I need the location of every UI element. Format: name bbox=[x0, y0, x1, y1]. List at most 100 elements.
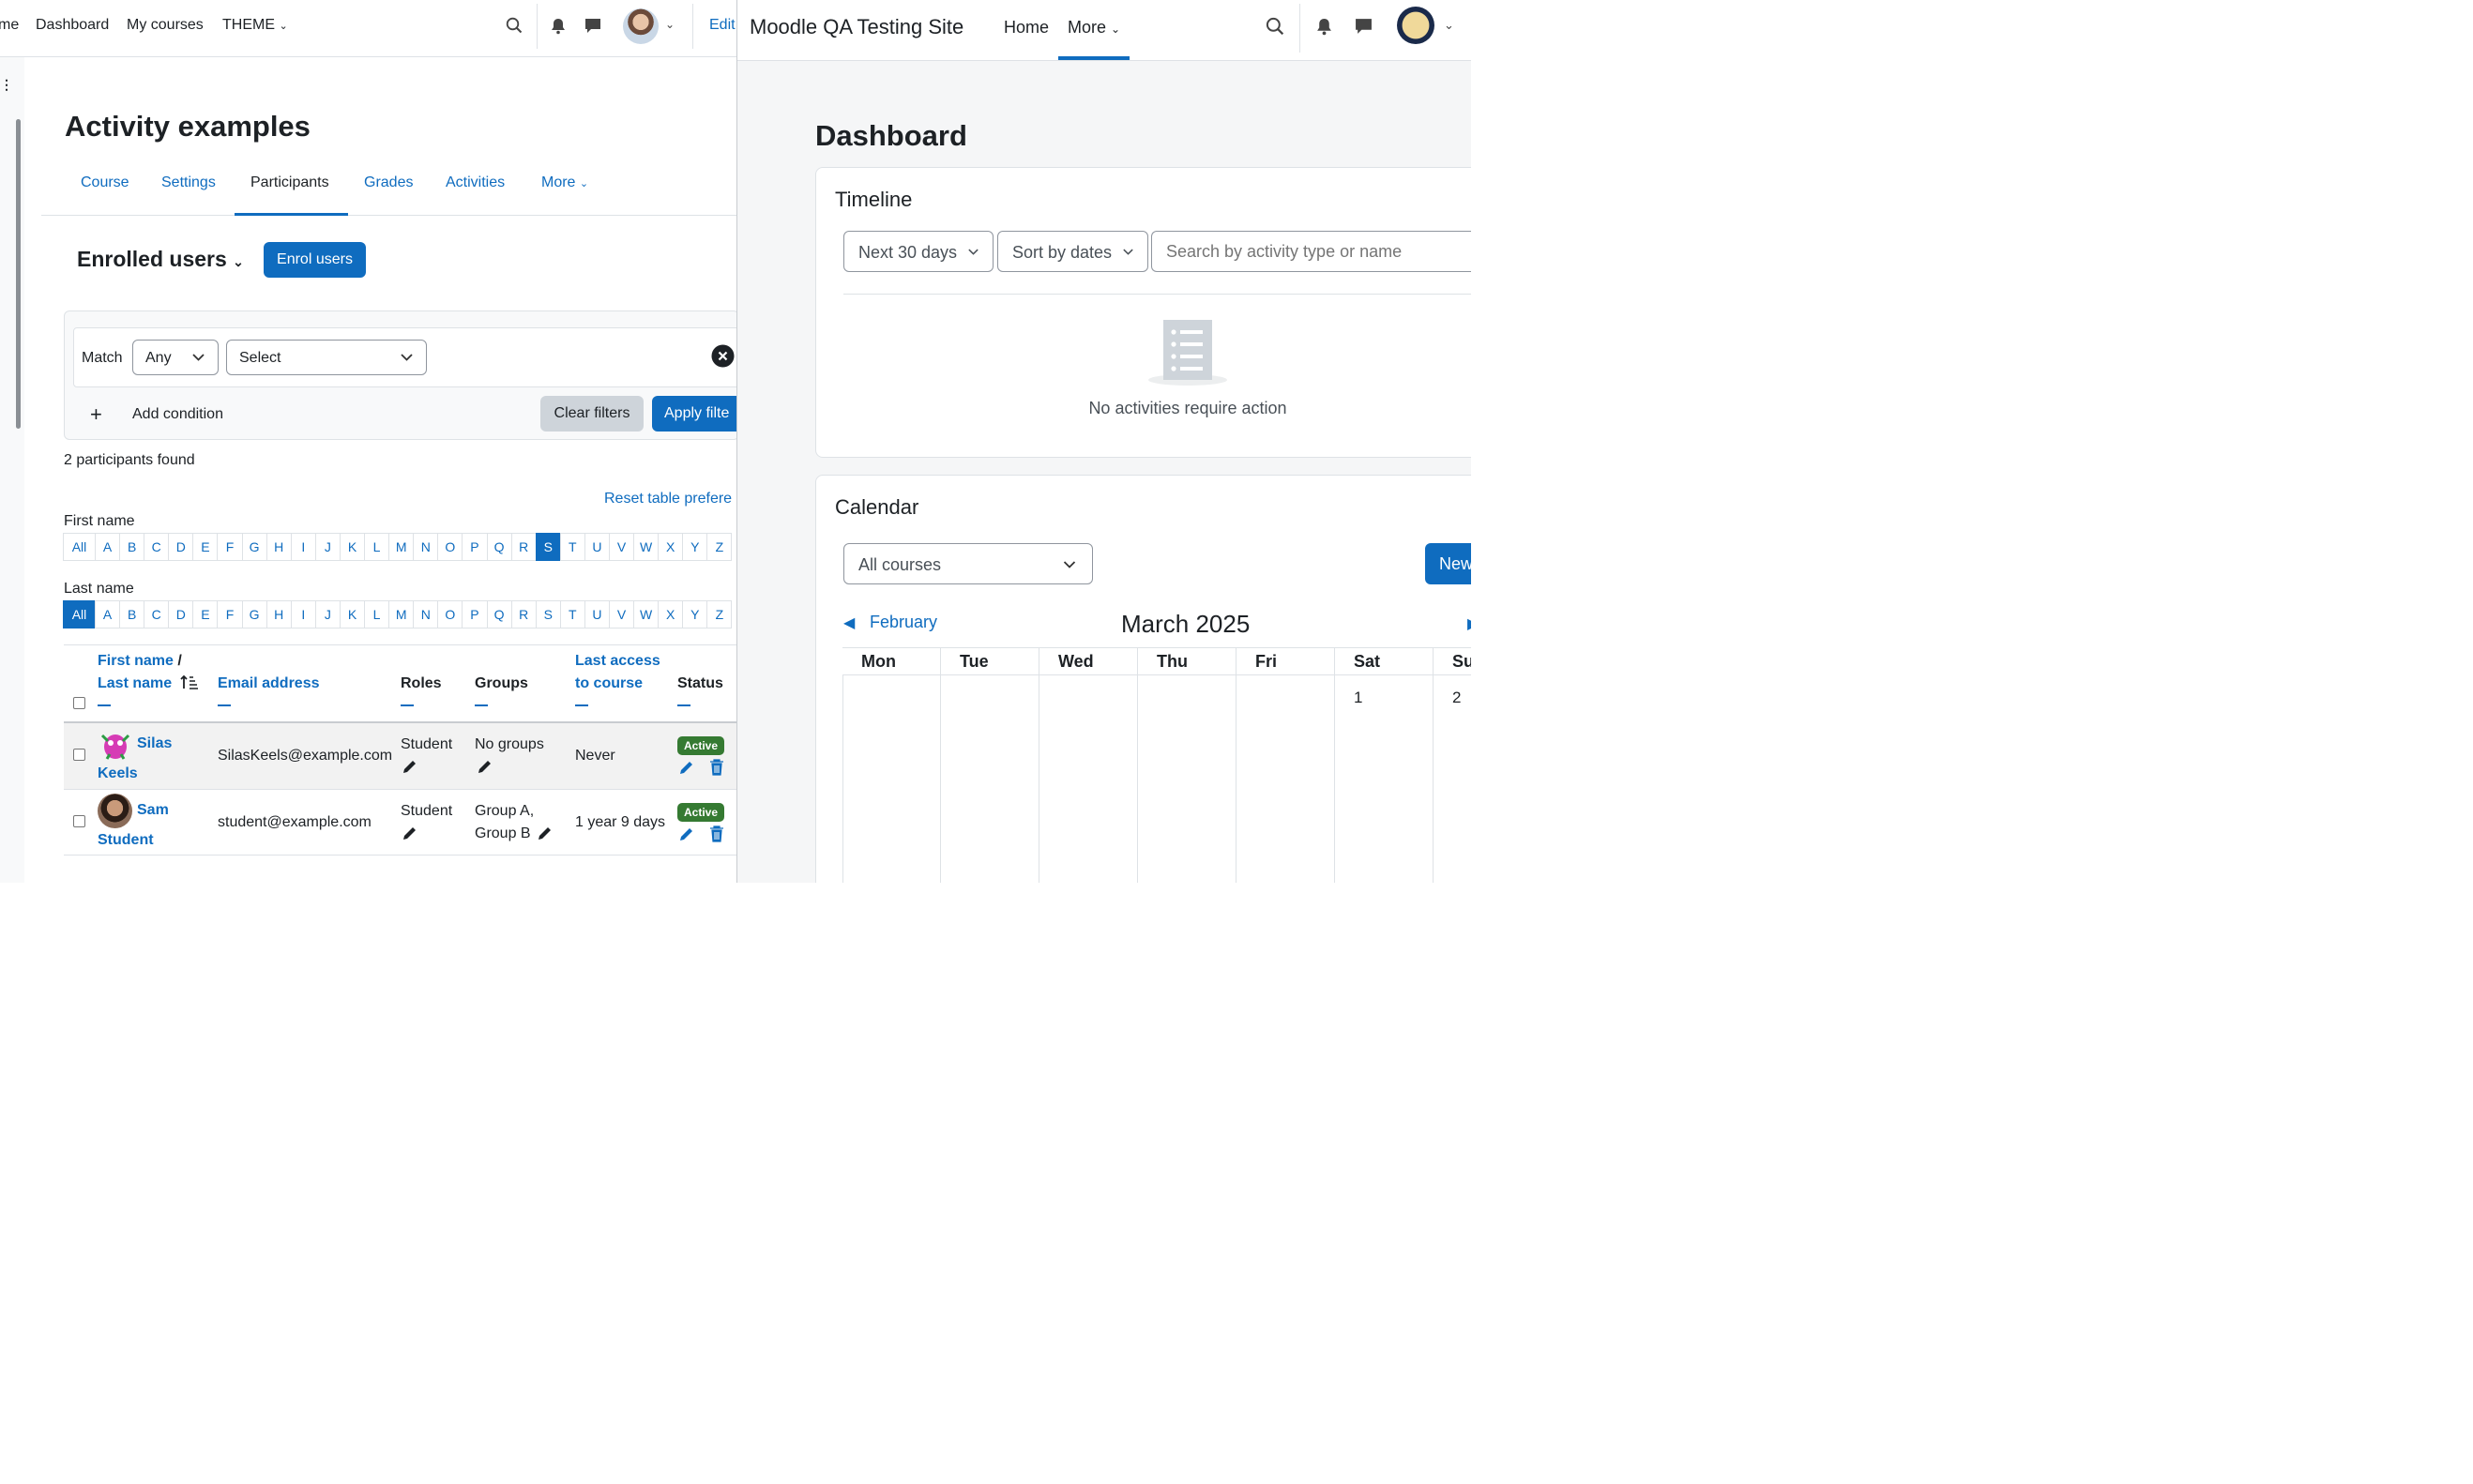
enrolled-users-menu[interactable]: Enrolled users ⌄ bbox=[77, 247, 244, 272]
first-name-initial-j[interactable]: J bbox=[314, 533, 341, 561]
apply-filters-button[interactable]: Apply filte bbox=[652, 396, 736, 432]
first-name-initial-w[interactable]: W bbox=[633, 533, 660, 561]
user-last-name-link[interactable]: Student bbox=[98, 829, 154, 852]
user-first-name-link[interactable]: Silas bbox=[137, 733, 172, 755]
search-icon[interactable] bbox=[1266, 17, 1284, 36]
previous-month-icon[interactable]: ◀ bbox=[843, 613, 855, 632]
search-icon[interactable] bbox=[506, 17, 523, 34]
first-name-initial-p[interactable]: P bbox=[462, 533, 488, 561]
last-name-initial-t[interactable]: T bbox=[559, 600, 585, 628]
first-name-initial-e[interactable]: E bbox=[192, 533, 219, 561]
tab-participants[interactable]: Participants bbox=[250, 174, 329, 191]
last-name-initial-y[interactable]: Y bbox=[682, 600, 708, 628]
last-name-initial-k[interactable]: K bbox=[339, 600, 366, 628]
first-name-initial-c[interactable]: C bbox=[144, 533, 170, 561]
first-name-initial-s[interactable]: S bbox=[535, 533, 561, 561]
pencil-icon[interactable] bbox=[477, 758, 493, 775]
last-name-initial-e[interactable]: E bbox=[192, 600, 219, 628]
tab-settings[interactable]: Settings bbox=[161, 174, 216, 191]
match-select[interactable]: Any bbox=[132, 340, 219, 375]
trash-icon[interactable] bbox=[709, 759, 724, 776]
bell-icon[interactable] bbox=[1316, 18, 1332, 36]
trash-icon[interactable] bbox=[709, 825, 724, 842]
first-name-initial-t[interactable]: T bbox=[559, 533, 585, 561]
first-name-initial-u[interactable]: U bbox=[584, 533, 610, 561]
edit-enrolment-icon[interactable] bbox=[678, 759, 695, 776]
last-name-initial-j[interactable]: J bbox=[314, 600, 341, 628]
first-name-initial-x[interactable]: X bbox=[658, 533, 684, 561]
chat-icon[interactable] bbox=[584, 18, 601, 34]
first-name-initial-k[interactable]: K bbox=[339, 533, 366, 561]
first-name-initial-l[interactable]: L bbox=[364, 533, 390, 561]
last-name-initial-c[interactable]: C bbox=[144, 600, 170, 628]
remove-condition-icon[interactable] bbox=[711, 344, 735, 368]
first-name-initial-v[interactable]: V bbox=[608, 533, 635, 561]
sort-last-access[interactable]: Last access to course bbox=[575, 653, 660, 691]
site-name[interactable]: Moodle QA Testing Site bbox=[750, 15, 963, 39]
enrol-users-button[interactable]: Enrol users bbox=[264, 242, 366, 278]
first-name-initial-d[interactable]: D bbox=[168, 533, 194, 561]
timeline-search-input[interactable] bbox=[1151, 231, 1471, 272]
chevron-down-icon[interactable]: ⌄ bbox=[665, 18, 675, 31]
bell-icon[interactable] bbox=[551, 18, 566, 35]
first-name-initial-i[interactable]: I bbox=[290, 533, 316, 561]
first-name-initial-q[interactable]: Q bbox=[486, 533, 512, 561]
last-name-initial-r[interactable]: R bbox=[510, 600, 537, 628]
calendar-course-select[interactable]: All courses bbox=[843, 543, 1093, 584]
pencil-icon[interactable] bbox=[537, 825, 554, 841]
last-name-initial-q[interactable]: Q bbox=[486, 600, 512, 628]
first-name-initial-n[interactable]: N bbox=[413, 533, 439, 561]
last-name-initial-z[interactable]: Z bbox=[706, 600, 733, 628]
last-name-initial-x[interactable]: X bbox=[658, 600, 684, 628]
last-name-initial-u[interactable]: U bbox=[584, 600, 610, 628]
new-event-button[interactable]: New bbox=[1425, 543, 1471, 584]
timeline-range-select[interactable]: Next 30 days bbox=[843, 231, 994, 272]
sort-email[interactable]: Email address bbox=[218, 675, 320, 691]
calendar-day-cell[interactable] bbox=[1138, 675, 1236, 883]
timeline-sort-select[interactable]: Sort by dates bbox=[997, 231, 1148, 272]
nav-more[interactable]: More ⌄ bbox=[1068, 18, 1120, 38]
last-name-initial-i[interactable]: I bbox=[290, 600, 316, 628]
chat-icon[interactable] bbox=[1355, 18, 1373, 35]
tab-grades[interactable]: Grades bbox=[364, 174, 413, 191]
last-name-initial-p[interactable]: P bbox=[462, 600, 488, 628]
nav-home-partial[interactable]: me bbox=[0, 17, 19, 34]
calendar-day-cell[interactable]: 1 bbox=[1335, 675, 1434, 883]
plus-icon[interactable]: + bbox=[90, 402, 102, 427]
chevron-down-icon[interactable]: ⌄ bbox=[1444, 18, 1454, 33]
reset-table-link[interactable]: Reset table prefere bbox=[604, 491, 732, 507]
first-name-initial-f[interactable]: F bbox=[217, 533, 243, 561]
clear-filters-button[interactable]: Clear filters bbox=[540, 396, 644, 432]
avatar[interactable] bbox=[1397, 7, 1434, 44]
nav-my-courses[interactable]: My courses bbox=[127, 17, 204, 34]
edit-enrolment-icon[interactable] bbox=[678, 825, 695, 842]
user-first-name-link[interactable]: Sam bbox=[137, 799, 169, 822]
last-name-initial-m[interactable]: M bbox=[388, 600, 415, 628]
last-name-initial-n[interactable]: N bbox=[413, 600, 439, 628]
first-name-initial-o[interactable]: O bbox=[437, 533, 463, 561]
last-name-initial-w[interactable]: W bbox=[633, 600, 660, 628]
tab-more[interactable]: More ⌄ bbox=[541, 174, 588, 191]
last-name-initial-h[interactable]: H bbox=[266, 600, 292, 628]
last-name-initial-d[interactable]: D bbox=[168, 600, 194, 628]
sort-first-name[interactable]: First name bbox=[98, 653, 174, 669]
sort-last-name[interactable]: Last name bbox=[98, 675, 172, 691]
last-name-initial-b[interactable]: B bbox=[119, 600, 145, 628]
edit-mode-label[interactable]: Edit bbox=[709, 17, 736, 34]
pencil-icon[interactable] bbox=[402, 758, 418, 775]
tab-course[interactable]: Course bbox=[81, 174, 129, 191]
select-all-checkbox[interactable] bbox=[73, 697, 85, 709]
scrollbar[interactable] bbox=[16, 119, 21, 429]
pencil-icon[interactable] bbox=[402, 825, 418, 841]
last-name-initial-all[interactable]: All bbox=[63, 600, 96, 628]
user-last-name-link[interactable]: Keels bbox=[98, 763, 138, 785]
calendar-day-cell[interactable] bbox=[1039, 675, 1138, 883]
filter-type-select[interactable]: Select bbox=[226, 340, 427, 375]
last-name-initial-a[interactable]: A bbox=[95, 600, 121, 628]
next-month-icon[interactable]: ▶ bbox=[1467, 614, 1471, 633]
row-checkbox[interactable] bbox=[73, 815, 85, 827]
tab-activities[interactable]: Activities bbox=[446, 174, 505, 191]
first-name-initial-a[interactable]: A bbox=[95, 533, 121, 561]
first-name-initial-h[interactable]: H bbox=[266, 533, 292, 561]
previous-month-link[interactable]: February bbox=[870, 613, 937, 632]
